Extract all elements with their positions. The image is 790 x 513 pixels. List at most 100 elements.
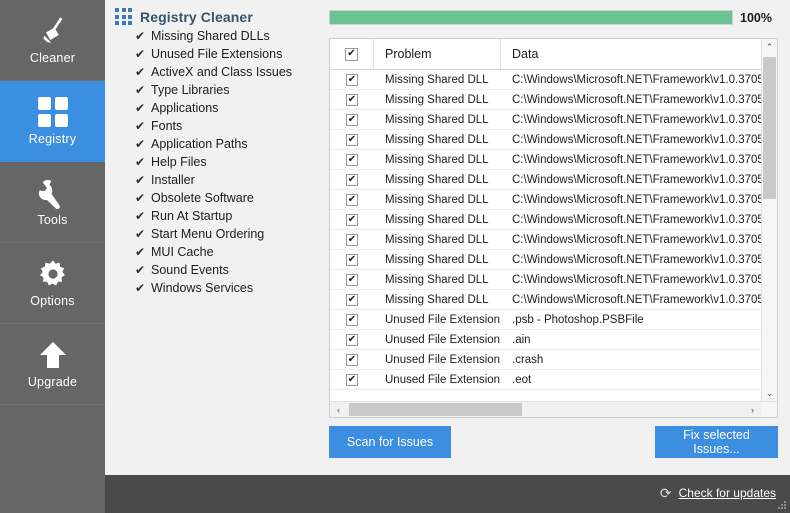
row-checkbox[interactable]: ✔ [346, 173, 358, 186]
sidebar-label-upgrade: Upgrade [27, 375, 78, 389]
table-row[interactable]: ✔ Missing Shared DLL C:\Windows\Microsoft.… [330, 90, 777, 110]
vertical-scroll-thumb[interactable] [763, 57, 776, 199]
cell-data: C:\Windows\Microsoft.NET\Framework\v1.0.… [512, 233, 777, 246]
row-checkbox-cell[interactable]: ✔ [330, 193, 374, 206]
row-checkbox-cell[interactable]: ✔ [330, 213, 374, 226]
row-checkbox[interactable]: ✔ [346, 213, 358, 226]
header-problem[interactable]: Problem [374, 39, 501, 69]
row-checkbox-cell[interactable]: ✔ [330, 313, 374, 326]
row-checkbox-cell[interactable]: ✔ [330, 273, 374, 286]
scroll-left-arrow[interactable]: ‹ [330, 402, 347, 417]
fix-selected-issues-button[interactable]: Fix selected Issues... [655, 426, 778, 458]
row-checkbox-cell[interactable]: ✔ [330, 173, 374, 186]
table-row[interactable]: ✔ Missing Shared DLL C:\Windows\Microsoft.… [330, 150, 777, 170]
check-icon[interactable]: ✔ [135, 174, 151, 186]
registry-category-label: Missing Shared DLLs [151, 29, 270, 43]
row-checkbox[interactable]: ✔ [346, 133, 358, 146]
registry-panel: Registry Cleaner ✔ Missing Shared DLLs ✔ Un… [105, 0, 790, 475]
check-icon[interactable]: ✔ [135, 48, 151, 60]
table-row[interactable]: ✔ Unused File Extension .eot [330, 370, 777, 390]
refresh-icon: ⟳ [659, 485, 672, 501]
row-checkbox[interactable]: ✔ [346, 293, 358, 306]
row-checkbox-cell[interactable]: ✔ [330, 133, 374, 146]
check-icon[interactable]: ✔ [135, 246, 151, 258]
table-row[interactable]: ✔ Missing Shared DLL C:\Windows\Microsoft.… [330, 210, 777, 230]
header-select-all-cell[interactable]: ✔ [330, 39, 374, 69]
row-checkbox[interactable]: ✔ [346, 93, 358, 106]
row-checkbox-cell[interactable]: ✔ [330, 113, 374, 126]
check-for-updates-link[interactable]: ⟳ Check for updates [660, 486, 776, 500]
row-checkbox-cell[interactable]: ✔ [330, 233, 374, 246]
row-checkbox[interactable]: ✔ [346, 233, 358, 246]
cell-data: .crash [512, 353, 544, 366]
cell-data: C:\Windows\Microsoft.NET\Framework\v1.0.… [512, 73, 777, 86]
check-icon[interactable]: ✔ [135, 210, 151, 222]
table-row[interactable]: ✔ Unused File Extension .psb - Photoshop.P… [330, 310, 777, 330]
table-row[interactable]: ✔ Missing Shared DLL C:\Windows\Microsoft.… [330, 130, 777, 150]
table-row[interactable]: ✔ Missing Shared DLL C:\Windows\Microsoft.… [330, 290, 777, 310]
header-data[interactable]: Data [501, 39, 777, 69]
row-checkbox-cell[interactable]: ✔ [330, 253, 374, 266]
table-row[interactable]: ✔ Missing Shared DLL C:\Windows\Microsoft.… [330, 110, 777, 130]
table-row[interactable]: ✔ Unused File Extension .crash [330, 350, 777, 370]
check-icon[interactable]: ✔ [135, 84, 151, 96]
row-checkbox-cell[interactable]: ✔ [330, 293, 374, 306]
cell-data: C:\Windows\Microsoft.NET\Framework\v1.0.… [512, 113, 777, 126]
row-checkbox-cell[interactable]: ✔ [330, 153, 374, 166]
registry-category-label: Type Libraries [151, 83, 230, 97]
table-row[interactable]: ✔ Missing Shared DLL C:\Windows\Microsoft.… [330, 230, 777, 250]
table-row[interactable]: ✔ Unused File Extension .ain [330, 330, 777, 350]
row-checkbox-cell[interactable]: ✔ [330, 333, 374, 346]
check-icon[interactable]: ✔ [135, 102, 151, 114]
check-icon[interactable]: ✔ [135, 156, 151, 168]
table-row[interactable]: ✔ Missing Shared DLL C:\Windows\Microsoft.… [330, 250, 777, 270]
sidebar-item-registry[interactable]: Registry [0, 81, 105, 162]
sidebar-item-upgrade[interactable]: Upgrade [0, 324, 105, 405]
check-icon[interactable]: ✔ [135, 192, 151, 204]
scroll-up-arrow[interactable]: ⌃ [762, 39, 777, 56]
scan-for-issues-button[interactable]: Scan for Issues [329, 426, 451, 458]
check-icon[interactable]: ✔ [135, 228, 151, 240]
progress-percent-label: 100% [740, 10, 772, 25]
row-checkbox[interactable]: ✔ [346, 333, 358, 346]
registry-category-label: ActiveX and Class Issues [151, 65, 293, 79]
table-row[interactable]: ✔ Missing Shared DLL C:\Windows\Microsoft.… [330, 190, 777, 210]
row-checkbox[interactable]: ✔ [346, 113, 358, 126]
row-checkbox[interactable]: ✔ [346, 353, 358, 366]
row-checkbox[interactable]: ✔ [346, 193, 358, 206]
row-checkbox-cell[interactable]: ✔ [330, 93, 374, 106]
vertical-scrollbar[interactable]: ⌃ ⌄ [761, 39, 777, 402]
check-icon[interactable]: ✔ [135, 282, 151, 294]
row-checkbox-cell[interactable]: ✔ [330, 73, 374, 86]
registry-category-label: Sound Events [151, 263, 229, 277]
row-checkbox[interactable]: ✔ [346, 73, 358, 86]
table-row[interactable]: ✔ Missing Shared DLL C:\Windows\Microsoft.… [330, 270, 777, 290]
row-checkbox[interactable]: ✔ [346, 253, 358, 266]
row-checkbox-cell[interactable]: ✔ [330, 353, 374, 366]
resize-grip-icon[interactable] [778, 501, 787, 510]
sidebar: Cleaner Registry Tools Options Upgrade [0, 0, 105, 513]
row-checkbox-cell[interactable]: ✔ [330, 373, 374, 386]
scroll-down-arrow[interactable]: ⌄ [762, 385, 777, 402]
page-title: Registry Cleaner [140, 8, 253, 25]
check-icon[interactable]: ✔ [135, 30, 151, 42]
table-row[interactable]: ✔ Missing Shared DLL C:\Windows\Microsoft.… [330, 170, 777, 190]
check-icon[interactable]: ✔ [135, 66, 151, 78]
sidebar-item-tools[interactable]: Tools [0, 162, 105, 243]
select-all-checkbox[interactable]: ✔ [345, 47, 358, 61]
horizontal-scroll-thumb[interactable] [349, 403, 522, 416]
check-icon[interactable]: ✔ [135, 120, 151, 132]
row-checkbox[interactable]: ✔ [346, 313, 358, 326]
footer-bar: ⟳ Check for updates [0, 475, 790, 513]
check-icon[interactable]: ✔ [135, 138, 151, 150]
row-checkbox[interactable]: ✔ [346, 153, 358, 166]
row-checkbox[interactable]: ✔ [346, 273, 358, 286]
row-checkbox[interactable]: ✔ [346, 373, 358, 386]
sidebar-item-options[interactable]: Options [0, 243, 105, 324]
sidebar-item-cleaner[interactable]: Cleaner [0, 0, 105, 81]
horizontal-scrollbar[interactable]: ‹ › [330, 401, 777, 417]
scrollbar-corner [761, 402, 777, 417]
scroll-right-arrow[interactable]: › [744, 402, 761, 417]
table-row[interactable]: ✔ Missing Shared DLL C:\Windows\Microsoft.… [330, 70, 777, 90]
check-icon[interactable]: ✔ [135, 264, 151, 276]
